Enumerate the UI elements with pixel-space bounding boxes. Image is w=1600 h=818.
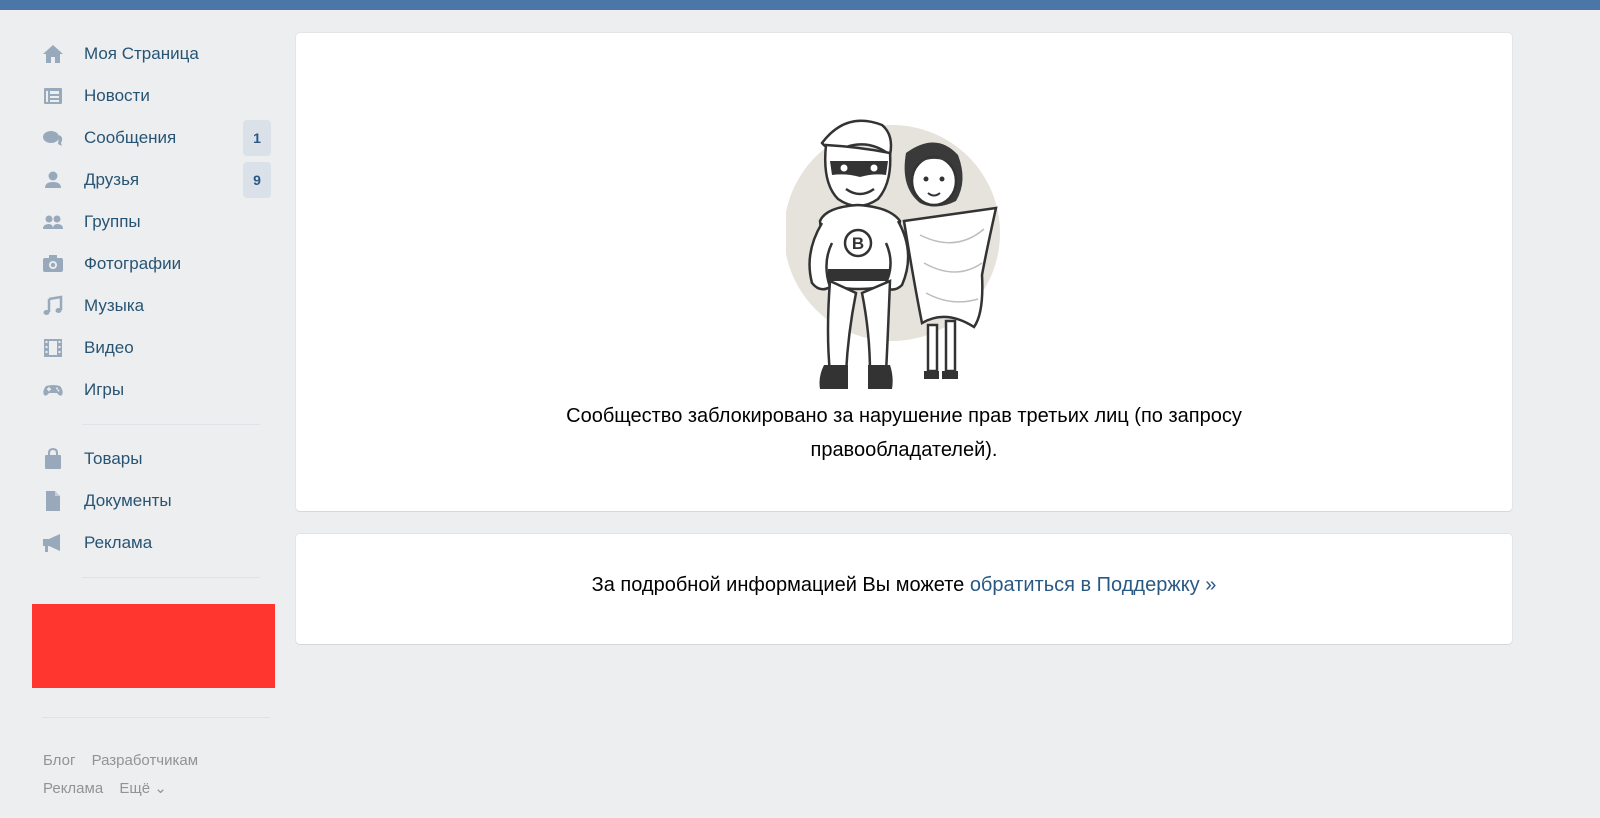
sidebar-item-photos[interactable]: Фотографии xyxy=(40,243,274,285)
friends-icon xyxy=(40,168,65,193)
music-icon xyxy=(40,294,65,319)
support-info-text: За подробной информацией Вы можете обрат… xyxy=(296,574,1512,597)
megaphone-icon xyxy=(40,531,65,556)
groups-icon xyxy=(40,210,65,235)
sidebar-item-messages[interactable]: Сообщения 1 xyxy=(40,117,274,159)
sidebar-footer-divider xyxy=(42,717,270,718)
messages-count-badge: 1 xyxy=(243,120,271,156)
footer-links: Блог Разработчикам Реклама Ещё ⌄ xyxy=(43,747,273,803)
support-info-card: За подробной информацией Вы можете обрат… xyxy=(296,534,1512,644)
sidebar-item-music[interactable]: Музыка xyxy=(40,285,274,327)
redacted-block xyxy=(32,604,275,688)
sidebar-item-documents[interactable]: Документы xyxy=(40,480,274,522)
document-icon xyxy=(40,489,65,514)
sidebar-item-friends[interactable]: Друзья 9 xyxy=(40,159,274,201)
sidebar-item-label: Игры xyxy=(84,380,125,399)
sidebar-item-label: Реклама xyxy=(84,533,153,552)
sidebar-item-groups[interactable]: Группы xyxy=(40,201,274,243)
top-header-bar xyxy=(0,0,1600,10)
sidebar-item-label: Фотографии xyxy=(84,254,182,273)
camera-icon xyxy=(40,252,65,277)
sidebar-item-label: Товары xyxy=(84,449,143,468)
messages-icon xyxy=(40,126,65,151)
sidebar-item-label: Документы xyxy=(84,491,172,510)
sidebar-item-games[interactable]: Игры xyxy=(40,369,274,411)
footer-link-developers[interactable]: Разработчикам xyxy=(92,752,198,769)
sidebar-divider xyxy=(82,424,260,425)
left-sidebar: Моя Страница Новости Сообщения 1 Друзья … xyxy=(40,33,274,591)
sidebar-item-label: Новости xyxy=(84,86,150,105)
friends-count-badge: 9 xyxy=(243,162,271,198)
sidebar-item-label: Группы xyxy=(84,212,141,231)
footer-link-blog[interactable]: Блог xyxy=(43,752,75,769)
games-icon xyxy=(40,378,65,403)
video-icon xyxy=(40,336,65,361)
home-icon xyxy=(40,42,65,67)
sidebar-item-goods[interactable]: Товары xyxy=(40,438,274,480)
chest-emblem-letter: В xyxy=(852,234,864,253)
support-link[interactable]: обратиться в Поддержку » xyxy=(970,574,1217,596)
bag-icon xyxy=(40,447,65,472)
sidebar-item-video[interactable]: Видео xyxy=(40,327,274,369)
sidebar-item-label: Моя Страница xyxy=(84,44,199,63)
sidebar-item-ads[interactable]: Реклама xyxy=(40,522,274,564)
footer-link-ads[interactable]: Реклама xyxy=(43,780,103,797)
sidebar-divider xyxy=(82,577,260,578)
sidebar-item-my-page[interactable]: Моя Страница xyxy=(40,33,274,75)
sidebar-item-label: Музыка xyxy=(84,296,145,315)
news-icon xyxy=(40,84,65,109)
support-info-prefix: За подробной информацией Вы можете xyxy=(591,574,970,596)
footer-more-dropdown[interactable]: Ещё ⌄ xyxy=(119,780,166,797)
blocked-community-card: В Сообщество заблокировано за нарушение … xyxy=(296,33,1512,511)
blocked-message: Сообщество заблокировано за нарушение пр… xyxy=(566,405,1242,461)
sidebar-item-label: Видео xyxy=(84,338,134,357)
sidebar-item-news[interactable]: Новости xyxy=(40,75,274,117)
superhero-mascot-illustration: В xyxy=(786,119,1000,389)
